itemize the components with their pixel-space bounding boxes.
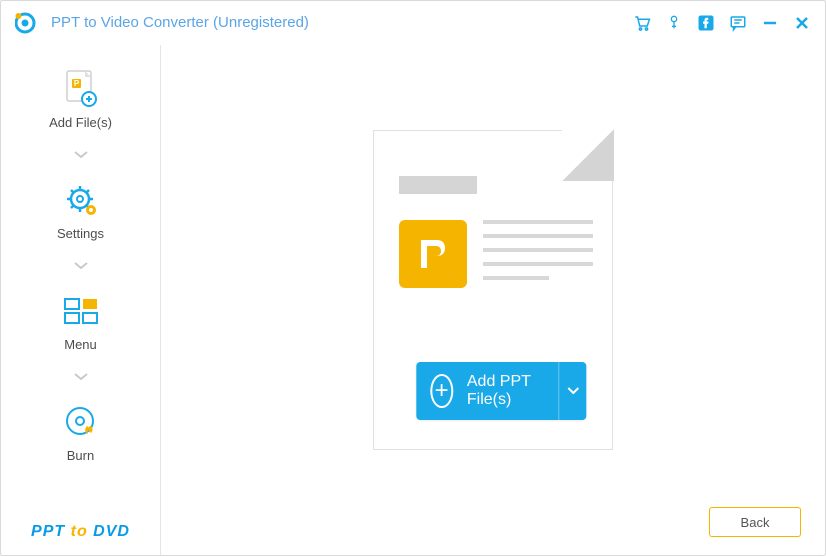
sidebar-item-burn[interactable]: Burn [1,402,160,463]
sidebar-item-label: Settings [57,226,104,241]
brand-text: PPT to DVD [1,523,160,541]
sidebar-item-menu[interactable]: Menu [1,291,160,352]
add-ppt-main[interactable]: + Add PPT File(s) [416,362,558,420]
body: P Add File(s) [1,45,825,555]
cart-icon[interactable] [633,14,651,32]
back-button-label: Back [741,515,770,530]
titlebar-actions [633,14,811,32]
menu-grid-icon [61,291,101,331]
key-icon[interactable] [665,14,683,32]
brand-left: PPT [31,523,71,540]
add-ppt-files-button[interactable]: + Add PPT File(s) [416,362,586,420]
sidebar-item-label: Add File(s) [49,115,112,130]
document-placeholder: + Add PPT File(s) [373,130,613,450]
chevron-down-icon [74,368,88,386]
chevron-down-icon [74,257,88,275]
placeholder-lines [483,220,593,280]
app-window: PPT to Video Converter (Unregistered) [0,0,826,556]
facebook-icon[interactable] [697,14,715,32]
sidebar-item-label: Burn [67,448,94,463]
caret-down-icon [567,387,579,395]
brand-mid: to [71,523,94,540]
close-button[interactable] [793,14,811,32]
sidebar-item-label: Menu [64,337,97,352]
sidebar-item-settings[interactable]: Settings [1,180,160,241]
main-area: + Add PPT File(s) Back [161,45,825,555]
plus-icon: + [430,374,453,408]
ppt-icon [399,220,467,288]
gear-icon [61,180,101,220]
add-ppt-dropdown[interactable] [559,362,587,420]
feedback-icon[interactable] [729,14,747,32]
title-bar: PPT to Video Converter (Unregistered) [1,1,825,45]
sidebar: P Add File(s) [1,45,161,555]
minimize-button[interactable] [761,14,779,32]
add-files-icon: P [61,69,101,109]
placeholder-bar [399,176,477,194]
back-button[interactable]: Back [709,507,801,537]
sidebar-item-add-files[interactable]: P Add File(s) [1,69,160,130]
page-fold-icon [562,129,614,181]
app-logo-icon [15,10,41,36]
chevron-down-icon [74,146,88,164]
add-button-label: Add PPT File(s) [467,373,537,409]
window-title: PPT to Video Converter (Unregistered) [51,14,623,31]
svg-text:P: P [73,79,79,88]
disc-burn-icon [61,402,101,442]
brand-right: DVD [93,523,130,540]
